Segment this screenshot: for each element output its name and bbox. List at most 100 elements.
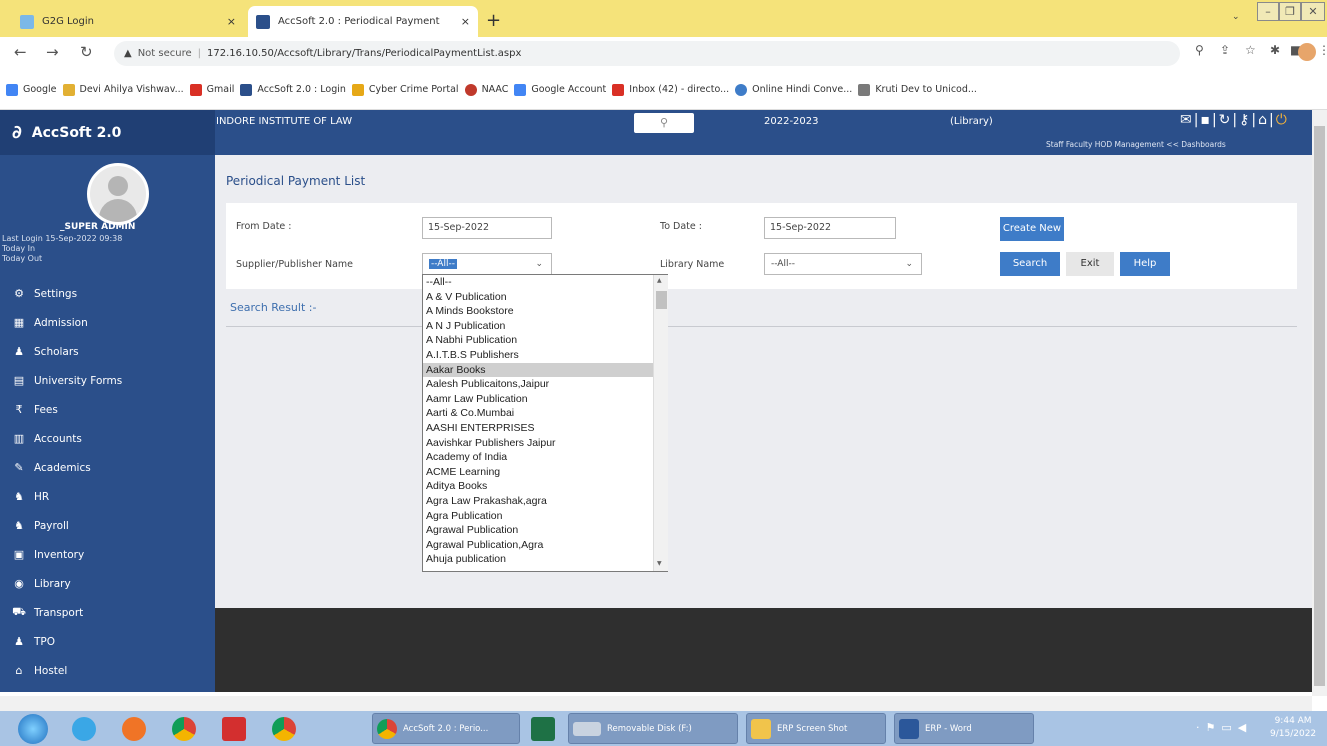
dropdown-option[interactable]: --All-- [423,275,653,290]
sidebar-item-tpo[interactable]: ♟ TPO [0,627,215,656]
chat-icon[interactable]: ▪ [1200,112,1212,128]
tab-search-chevron-icon[interactable]: ⌄ [1232,12,1240,22]
bookmark-cyber-crime[interactable]: Cyber Crime Portal [351,83,459,96]
bookmark-davv[interactable]: Devi Ahilya Vishwav... [62,83,184,96]
exit-button[interactable]: Exit [1066,252,1114,276]
dropdown-option[interactable]: Aavishkar Publishers Jaipur [423,436,653,451]
taskbar-app-accsoft[interactable]: AccSoft 2.0 : Perio... [372,713,520,744]
scroll-down-icon[interactable]: ▼ [657,560,662,567]
sidebar-item-settings[interactable]: ⚙ Settings [0,279,215,308]
bookmark-inbox[interactable]: Inbox (42) - directo... [612,83,729,96]
bookmark-google-account[interactable]: Google Account [514,83,606,96]
tab-g2g-login[interactable]: G2G Login × [12,6,244,37]
supplier-dropdown-list[interactable]: --All-- A & V Publication A Minds Bookstor… [422,274,668,572]
sidebar-item-payroll[interactable]: ♞ Payroll [0,511,215,540]
sidebar-item-hr[interactable]: ♞ HR [0,482,215,511]
minimize-window-icon[interactable]: – [1257,2,1279,21]
search-button[interactable]: Search [1000,252,1060,276]
to-date-input[interactable]: 15-Sep-2022 [764,217,896,239]
dropdown-option[interactable]: Aakar Books [423,362,653,378]
bookmark-hindi-converter[interactable]: Online Hindi Conve... [735,83,852,96]
reload-icon[interactable]: ↻ [80,43,93,61]
extensions-icon[interactable]: ✱ [1270,43,1280,57]
sidebar-item-hostel[interactable]: ⌂ Hostel [0,656,215,685]
sidebar-item-fees[interactable]: ₹ Fees [0,395,215,424]
home-icon[interactable]: ⌂ [1258,112,1269,128]
help-button[interactable]: Help [1120,252,1170,276]
dropdown-option[interactable]: Aarti & Co.Mumbai [423,406,653,421]
supplier-select[interactable]: --All-- ⌄ [422,253,552,275]
tray-icons[interactable]: ·⚑▭◀ [1196,721,1252,734]
bookmark-kruti-dev[interactable]: Kruti Dev to Unicod... [858,83,977,96]
power-icon[interactable]: ⏻ [1276,112,1289,128]
taskbar-app-removable-disk[interactable]: Removable Disk (F:) [568,713,738,744]
close-window-icon[interactable]: ✕ [1301,2,1325,21]
dropdown-option[interactable]: A Nabhi Publication [423,333,653,348]
chrome-taskbar-button[interactable] [168,713,196,744]
excel-taskbar-button[interactable] [527,713,555,744]
close-tab-icon[interactable]: × [461,15,470,28]
from-date-input[interactable]: 15-Sep-2022 [422,217,552,239]
dropdown-scroll-thumb[interactable] [656,291,667,309]
tab-accsoft-periodical-payment[interactable]: AccSoft 2.0 : Periodical Payment × [248,6,478,37]
profile-avatar[interactable] [1298,43,1316,61]
dashboard-links[interactable]: Staff Faculty HOD Management << Dashboar… [1046,140,1226,149]
scroll-up-icon[interactable]: ▲ [657,277,662,284]
dropdown-option[interactable]: A N J Publication [423,319,653,334]
dropdown-option[interactable]: Agrawal Publication [423,523,653,538]
taskbar-app-erp-screenshot[interactable]: ERP Screen Shot [746,713,886,744]
ie-taskbar-button[interactable] [68,713,96,744]
dropdown-option[interactable]: A & V Publication [423,290,653,305]
header-search-button[interactable]: ⚲ [634,113,694,133]
library-select[interactable]: --All-- ⌄ [764,253,922,275]
sidebar-item-accounts[interactable]: ▥ Accounts [0,424,215,453]
dropdown-option[interactable]: AASHI ENTERPRISES [423,421,653,436]
create-new-button[interactable]: Create New [1000,217,1064,241]
dropdown-option[interactable]: Agrawal Publication,Agra [423,538,653,553]
page-scroll-thumb[interactable] [1314,126,1325,686]
bookmark-naac[interactable]: NAAC [464,83,508,96]
taskbar-clock[interactable]: 9:44 AM 9/15/2022 [1270,715,1316,741]
sidebar-item-inventory[interactable]: ▣ Inventory [0,540,215,569]
acrobat-taskbar-button[interactable] [218,713,246,744]
page-horizontal-scrollbar[interactable] [0,696,1312,711]
start-button[interactable] [18,714,48,744]
dropdown-option[interactable]: ACME Learning [423,465,653,480]
sidebar-item-library[interactable]: ◉ Library [0,569,215,598]
back-icon[interactable]: ← [14,43,27,61]
dropdown-option[interactable]: Aditya Books [423,479,653,494]
address-bar[interactable]: ▲ Not secure | 172.16.10.50/Accsoft/Libr… [114,41,1180,66]
zoom-icon[interactable]: ⚲ [1195,43,1204,57]
dropdown-option[interactable]: Agra Publication [423,509,653,524]
dropdown-option[interactable]: Ahuja publication [423,552,653,567]
dropdown-scrollbar[interactable]: ▲ ▼ [653,275,668,571]
chrome-alt-taskbar-button[interactable] [268,713,296,744]
firefox-taskbar-button[interactable] [118,713,146,744]
mail-icon[interactable]: ✉ [1180,112,1194,128]
sidebar-item-university-forms[interactable]: ▤ University Forms [0,366,215,395]
page-vertical-scrollbar[interactable] [1312,110,1327,696]
dropdown-option[interactable]: Academy of India [423,450,653,465]
sidebar-item-transport[interactable]: ⛟ Transport [0,598,215,627]
bookmark-google[interactable]: Google [6,83,57,96]
close-tab-icon[interactable]: × [227,15,236,28]
restore-window-icon[interactable]: ❐ [1279,2,1301,21]
sidebar-item-scholars[interactable]: ♟ Scholars [0,337,215,366]
sidebar-item-admission[interactable]: ▦ Admission [0,308,215,337]
brand[interactable]: ∂ AccSoft 2.0 [0,110,215,155]
forward-icon[interactable]: → [46,43,59,61]
bookmark-accsoft-login[interactable]: AccSoft 2.0 : Login [240,83,346,96]
bookmark-star-icon[interactable]: ☆ [1245,43,1256,57]
dropdown-option[interactable]: Agra Law Prakashak,agra [423,494,653,509]
dropdown-option[interactable]: A.I.T.B.S Publishers [423,348,653,363]
sidebar-item-academics[interactable]: ✎ Academics [0,453,215,482]
share-icon[interactable]: ⇪ [1220,43,1230,57]
refresh-icon[interactable]: ↻ [1219,112,1233,128]
dropdown-option[interactable]: Aalesh Publicaitons,Jaipur [423,377,653,392]
new-tab-button[interactable]: + [486,10,501,31]
dropdown-option[interactable]: Aamr Law Publication [423,392,653,407]
bookmark-gmail[interactable]: Gmail [189,83,234,96]
key-icon[interactable]: ⚷ [1239,112,1251,128]
menu-kebab-icon[interactable]: ⋮ [1318,43,1327,57]
dropdown-option[interactable]: A Minds Bookstore [423,304,653,319]
